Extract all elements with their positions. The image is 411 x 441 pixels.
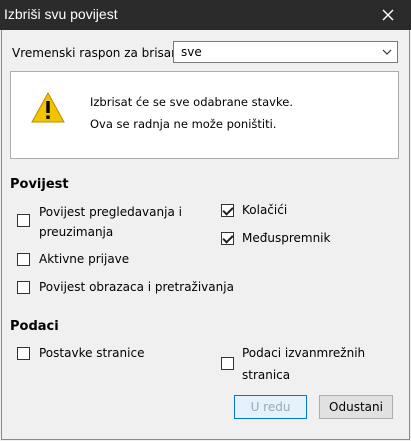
offline-website-data-label-1: Podaci izvanmrežnih [242,346,366,360]
warning-box: Izbrisat će se sve odabrane stavke. Ova … [10,71,399,159]
cache-checkbox[interactable] [221,232,234,245]
warning-text-line2: Ova se radnja ne može poništiti. [90,117,277,131]
window-title: Izbriši svu povijest [4,6,118,22]
title-bar: Izbriši svu povijest [0,0,411,30]
site-preferences-checkbox[interactable] [17,347,30,360]
warning-icon [31,91,65,123]
browsing-download-history-label-2: preuzimanja [39,225,114,239]
warning-text-line1: Izbrisat će se sve odabrane stavke. [90,95,293,109]
form-search-history-checkbox[interactable] [17,281,30,294]
active-logins-label: Aktivne prijave [39,252,130,266]
chevron-down-icon [382,49,392,55]
browsing-download-history-checkbox[interactable] [17,214,30,227]
history-heading: Povijest [10,177,69,192]
cookies-label: Kolačići [242,203,288,217]
offline-website-data-label-2: stranica [242,368,291,382]
cookies-checkbox[interactable] [221,204,234,217]
cancel-button[interactable]: Odustani [319,395,393,419]
data-heading: Podaci [10,319,59,334]
time-range-label: Vremenski raspon za brisanje: [12,46,194,60]
time-range-value: sve [181,45,202,59]
form-search-history-label: Povijest obrazaca i pretraživanja [39,280,234,294]
browsing-download-history-label-1: Povijest pregledavanja i [39,205,182,219]
close-icon [382,9,394,21]
site-preferences-label: Postavke stranice [39,346,145,360]
active-logins-checkbox[interactable] [17,253,30,266]
time-range-select[interactable]: sve [173,41,398,63]
close-button[interactable] [365,0,411,30]
cache-label: Međuspremnik [242,231,331,245]
ok-button[interactable]: U redu [234,395,307,419]
offline-website-data-checkbox[interactable] [221,357,234,370]
